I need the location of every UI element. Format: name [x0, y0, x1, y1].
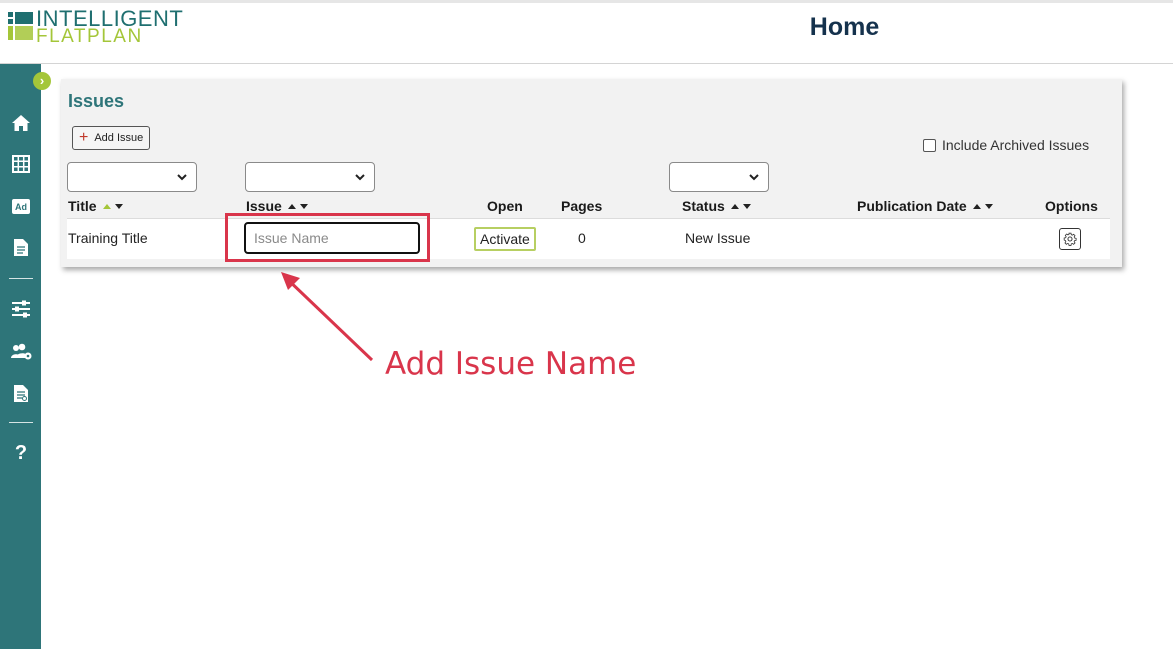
status-filter-select[interactable]: [669, 162, 769, 192]
column-header-options: Options: [1045, 198, 1098, 214]
settings-sliders-icon[interactable]: [10, 298, 32, 320]
sort-icon[interactable]: [287, 203, 308, 209]
column-header-title-label: Title: [68, 198, 97, 214]
row-pages: 0: [578, 230, 586, 246]
sidebar-expand-chevron-icon[interactable]: ›: [33, 72, 51, 90]
activate-button[interactable]: Activate: [474, 227, 536, 251]
column-header-open: Open: [487, 198, 523, 214]
table-row: Training Title Activate 0 New Issue: [67, 218, 1110, 259]
logo[interactable]: INTELLIGENT FLATPLAN: [6, 8, 206, 49]
chevron-down-icon: [749, 174, 759, 181]
app-header: INTELLIGENT FLATPLAN Home: [0, 3, 1173, 64]
gear-icon: [1063, 232, 1077, 246]
logo-mark-icon: [6, 9, 36, 41]
sidebar-divider: [9, 422, 33, 423]
column-header-pages: Pages: [561, 198, 603, 214]
column-header-status[interactable]: Status: [682, 198, 751, 214]
sidebar: Ad ?: [0, 64, 41, 649]
column-header-status-label: Status: [682, 198, 725, 214]
issue-name-input[interactable]: [244, 222, 420, 254]
sort-icon[interactable]: [102, 203, 123, 209]
help-icon[interactable]: ?: [10, 442, 32, 464]
include-archived-checkbox[interactable]: [923, 138, 936, 152]
ad-icon-label: Ad: [15, 202, 27, 212]
include-archived-label: Include Archived Issues: [942, 137, 1090, 153]
ad-icon[interactable]: Ad: [10, 195, 32, 217]
add-issue-button[interactable]: + Add Issue: [72, 126, 151, 150]
home-icon[interactable]: [10, 112, 32, 134]
issues-panel: Issues + Add Issue Include Archived Issu…: [61, 79, 1122, 267]
column-header-issue[interactable]: Issue: [246, 198, 308, 214]
logo-text-flatplan: FLATPLAN: [36, 26, 143, 47]
add-issue-label: Add Issue: [94, 132, 144, 144]
flatplan-grid-icon[interactable]: [10, 153, 32, 175]
issue-filter-select[interactable]: [245, 162, 375, 192]
column-header-title[interactable]: Title: [68, 198, 123, 214]
annotation-text: Add Issue Name: [385, 346, 637, 382]
chevron-down-icon: [177, 174, 187, 181]
plus-icon: +: [79, 129, 89, 146]
users-settings-icon[interactable]: [10, 341, 32, 363]
column-header-issue-label: Issue: [246, 198, 282, 214]
sort-icon[interactable]: [730, 203, 751, 209]
row-status: New Issue: [685, 230, 751, 246]
chevron-down-icon: [355, 174, 365, 181]
row-title: Training Title: [68, 230, 148, 246]
annotation-arrow: [281, 272, 374, 362]
sidebar-divider: [9, 278, 33, 279]
include-archived-toggle[interactable]: Include Archived Issues: [923, 137, 1089, 153]
page-title: Home: [809, 13, 880, 41]
sort-icon[interactable]: [972, 203, 993, 209]
report-icon[interactable]: [10, 382, 32, 404]
panel-title: Issues: [68, 91, 125, 111]
column-header-publication-date-label: Publication Date: [857, 198, 967, 214]
options-gear-button[interactable]: [1059, 228, 1081, 250]
document-icon[interactable]: [10, 236, 32, 258]
title-filter-select[interactable]: [67, 162, 197, 192]
column-header-publication-date[interactable]: Publication Date: [857, 198, 993, 214]
